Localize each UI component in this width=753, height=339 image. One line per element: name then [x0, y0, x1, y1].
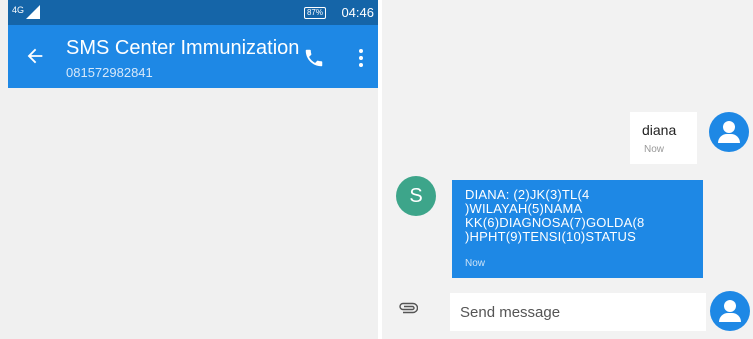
signal-icon [26, 5, 40, 19]
phone-icon[interactable] [303, 47, 325, 69]
status-bar: 4G 87% 04:46 [8, 0, 378, 25]
paperclip-icon[interactable] [398, 302, 418, 314]
person-icon[interactable] [709, 112, 749, 152]
battery-indicator: 87% [303, 7, 326, 19]
send-message-input[interactable] [450, 293, 706, 331]
message-time: Now [465, 258, 486, 269]
arrow-left-icon[interactable] [24, 45, 46, 67]
more-vert-icon[interactable] [358, 47, 364, 67]
conversation-panel-left: 4G 87% 04:46 SMS Center Immunization 081… [0, 0, 378, 339]
message-text: diana [642, 122, 677, 138]
page-title: SMS Center Immunization [66, 37, 300, 59]
conversation-panel-right: diana Now S DIANA: (2)JK(3)TL(4 )WILAYAH… [382, 0, 753, 339]
incoming-message-bubble[interactable]: DIANA: (2)JK(3)TL(4 )WILAYAH(5)NAMA KK(6… [452, 180, 703, 278]
sender-avatar[interactable]: S [396, 176, 436, 216]
app-bar: SMS Center Immunization 081572982841 [8, 25, 378, 88]
message-time: Now [644, 144, 665, 155]
status-time: 04:46 [341, 5, 374, 20]
contact-phone-number: 081572982841 [66, 65, 153, 80]
message-text: DIANA: (2)JK(3)TL(4 )WILAYAH(5)NAMA KK(6… [465, 187, 645, 244]
network-indicator: 4G [12, 5, 25, 15]
outgoing-message-bubble[interactable]: diana Now [630, 112, 697, 164]
person-icon[interactable] [710, 291, 750, 331]
